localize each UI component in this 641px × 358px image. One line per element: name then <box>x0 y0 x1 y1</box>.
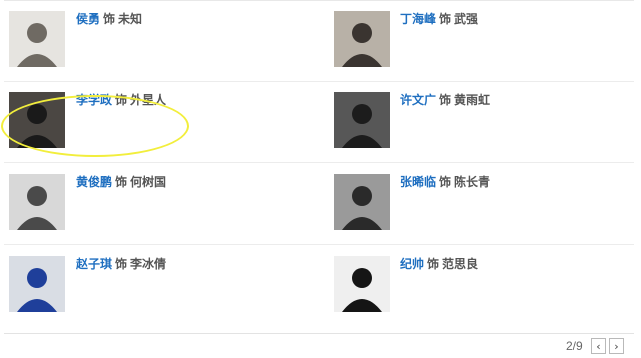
role-separator: 饰 <box>427 257 440 271</box>
cast-card: 许文广饰黄雨虹 <box>329 82 634 162</box>
character-name: 陈长青 <box>454 175 491 189</box>
character-name: 未知 <box>118 12 143 26</box>
actor-photo[interactable] <box>9 92 65 148</box>
role-separator: 饰 <box>115 175 128 189</box>
prev-page-button[interactable]: ‹ <box>591 338 606 354</box>
actor-photo[interactable] <box>334 92 390 148</box>
actor-photo[interactable] <box>334 174 390 230</box>
cast-info: 纪帅饰范思良 <box>400 256 478 272</box>
character-name: 李冰倩 <box>130 257 167 271</box>
role-separator: 饰 <box>439 175 452 189</box>
role-separator: 饰 <box>439 93 452 107</box>
portrait-image <box>9 11 65 67</box>
character-name: 外星人 <box>130 93 167 107</box>
actor-name-link[interactable]: 许文广 <box>400 93 436 107</box>
actor-photo[interactable] <box>334 256 390 312</box>
actor-name-link[interactable]: 李学政 <box>76 93 112 107</box>
actor-name-link[interactable]: 黄俊鹏 <box>76 175 112 189</box>
cast-row: 侯勇饰未知 丁海峰饰武强 <box>4 1 634 82</box>
portrait-image <box>9 92 65 148</box>
cast-list: 侯勇饰未知 丁海峰饰武强 李学政 饰 外星人 许文广 饰 黄雨虹 黄俊鹏 饰 何… <box>4 0 634 334</box>
actor-photo[interactable] <box>9 174 65 230</box>
cast-card: 赵子琪饰李冰倩 <box>4 246 319 326</box>
character-name: 范思良 <box>442 257 479 271</box>
portrait-image <box>9 256 65 312</box>
role-separator: 饰 <box>115 93 128 107</box>
cast-info: 张晞临饰陈长青 <box>400 174 490 190</box>
cast-info: 侯勇饰未知 <box>76 11 142 27</box>
cast-card: 丁海峰饰武强 <box>329 1 634 81</box>
cast-info: 丁海峰饰武强 <box>400 11 478 27</box>
chevron-right-icon: › <box>614 339 619 353</box>
cast-card: 黄俊鹏饰何树国 <box>4 164 319 244</box>
portrait-image <box>334 92 390 148</box>
actor-name-link[interactable]: 侯勇 <box>76 12 100 26</box>
cast-info: 赵子琪饰李冰倩 <box>76 256 166 272</box>
actor-name-link[interactable]: 赵子琪 <box>76 257 112 271</box>
chevron-left-icon: ‹ <box>596 339 601 353</box>
actor-name-link[interactable]: 丁海峰 <box>400 12 436 26</box>
actor-name-link[interactable]: 纪帅 <box>400 257 424 271</box>
portrait-image <box>334 11 390 67</box>
cast-row: 李学政饰外星人 许文广饰黄雨虹 <box>4 82 634 163</box>
cast-info: 李学政饰外星人 <box>76 92 166 108</box>
page-indicator: 2/9 <box>566 339 583 353</box>
portrait-image <box>334 174 390 230</box>
character-name: 黄雨虹 <box>454 93 491 107</box>
actor-photo[interactable] <box>9 11 65 67</box>
role-separator: 饰 <box>439 12 452 26</box>
cast-info: 许文广饰黄雨虹 <box>400 92 490 108</box>
next-page-button[interactable]: › <box>609 338 624 354</box>
portrait-image <box>334 256 390 312</box>
cast-row: 赵子琪饰李冰倩 纪帅饰范思良 <box>4 246 634 326</box>
actor-photo[interactable] <box>334 11 390 67</box>
character-name: 何树国 <box>130 175 167 189</box>
cast-card: 纪帅饰范思良 <box>329 246 634 326</box>
actor-name-link[interactable]: 张晞临 <box>400 175 436 189</box>
cast-card: 张晞临饰陈长青 <box>329 164 634 244</box>
cast-row: 黄俊鹏饰何树国 张晞临饰陈长青 <box>4 164 634 245</box>
cast-card: 李学政饰外星人 <box>4 82 319 162</box>
character-name: 武强 <box>454 12 479 26</box>
actor-photo[interactable] <box>9 256 65 312</box>
portrait-image <box>9 174 65 230</box>
cast-info: 黄俊鹏饰何树国 <box>76 174 166 190</box>
cast-card: 侯勇饰未知 <box>4 1 319 81</box>
role-separator: 饰 <box>103 12 116 26</box>
role-separator: 饰 <box>115 257 128 271</box>
